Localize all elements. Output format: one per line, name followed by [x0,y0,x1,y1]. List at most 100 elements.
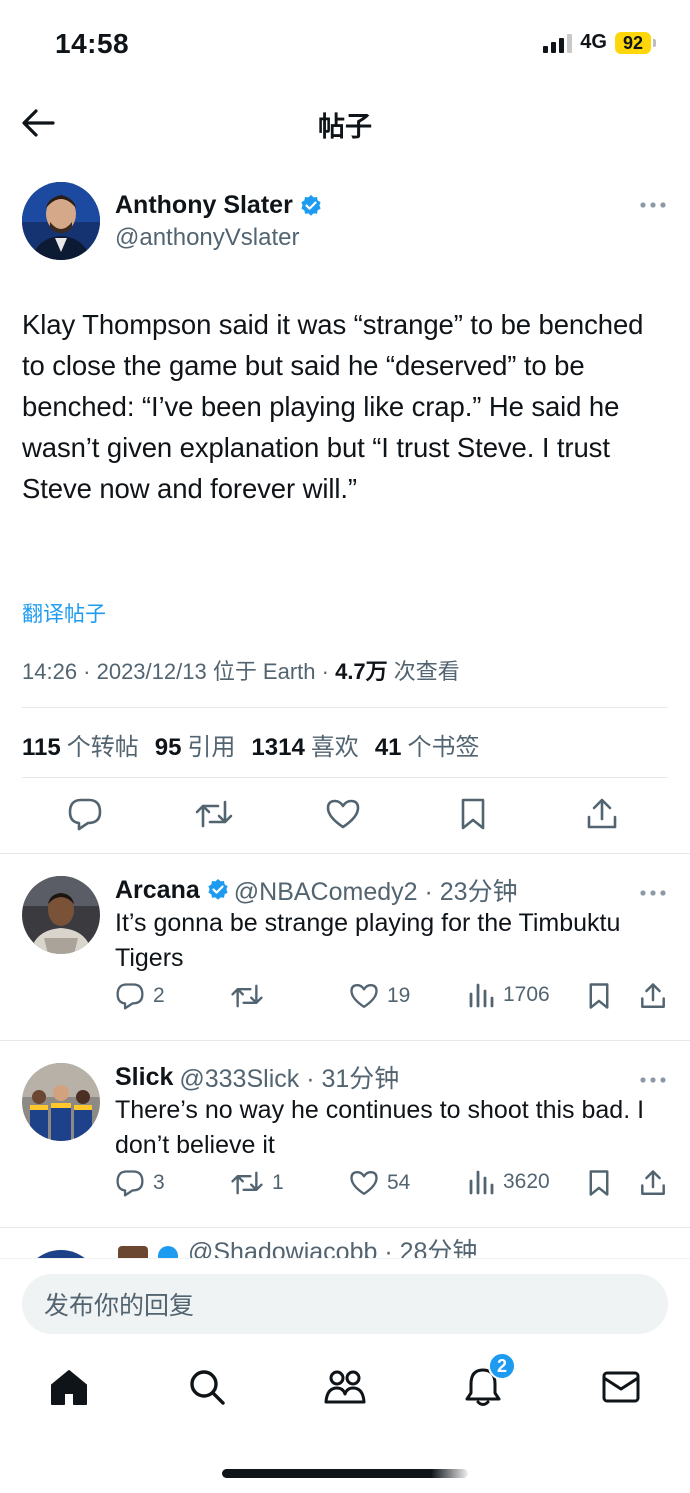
verified-badge-icon [301,194,321,216]
share-icon [641,983,665,1008]
bookmark-button[interactable] [587,1169,611,1197]
tab-home[interactable] [44,1362,94,1412]
bookmark-icon [589,1170,609,1196]
share-icon [641,1170,665,1195]
partial-reply[interactable]: @Shadowjacobb · 28分钟 [0,1238,690,1258]
more-button[interactable] [640,196,666,214]
reply-author-name[interactable]: Arcana [115,876,200,905]
reply-actions: 3 1 54 3620 [115,1169,675,1203]
reply-handle-time[interactable]: @333Slick · 31分钟 [179,1059,399,1095]
share-button[interactable] [582,794,622,834]
view-count: 1706 [503,983,550,1006]
reply-item[interactable]: Arcana @NBAComedy2 · 23分钟 It’s gonna be … [0,854,690,1040]
reply-text: It’s gonna be strange playing for the Ti… [115,909,621,972]
like-count: 54 [387,1171,411,1194]
reply-item[interactable]: Slick @333Slick · 31分钟 There’s no way he… [0,1041,690,1227]
heart-icon [350,984,378,1008]
reply-count: 3 [153,1171,165,1194]
view-count: 3620 [503,1170,550,1193]
stat-retweets[interactable]: 115 个转帖 [22,727,139,762]
post-meta: 14:26 · 2023/12/13 位于 Earth · 4.7万 次查看 [22,654,460,686]
reply-author-name[interactable]: Slick [115,1063,173,1092]
translate-link[interactable]: 翻译帖子 [22,598,106,628]
retweet-button[interactable] [230,982,272,1010]
top-nav: 帖子 [0,95,690,151]
comment-icon [116,983,144,1010]
reply-avatar[interactable] [22,876,100,954]
tab-notifications[interactable]: 2 [458,1352,516,1412]
retweet-count: 1 [272,1171,284,1194]
mail-icon [602,1371,640,1403]
reply-button[interactable]: 3 [115,1169,165,1197]
reply-header: Arcana @NBAComedy2 · 23分钟 [115,872,518,908]
tab-messages[interactable] [596,1362,646,1412]
share-button[interactable] [639,982,667,1010]
author-avatar[interactable] [22,182,100,260]
post-text: Klay Thompson said it was “strange” to b… [22,309,644,504]
status-time: 14:58 [55,28,130,59]
views-chart-icon [469,983,494,1008]
views-button[interactable]: 3620 [467,1169,550,1195]
views-chart-icon [469,1170,494,1195]
partial-reply-handle: @Shadowjacobb · 28分钟 [188,1238,478,1258]
reply-actions: 2 19 1706 [115,982,675,1016]
share-icon [587,798,617,829]
reply-text: There’s no way he continues to shoot thi… [115,1096,645,1159]
home-icon [51,1370,87,1405]
comment-icon [68,798,102,831]
battery-icon: 92 [614,31,656,54]
verified-badge-icon [208,879,228,900]
reply-input-placeholder: 发布你的回复 [44,1292,195,1320]
author-handle[interactable]: @anthonyVslater [115,224,299,252]
more-horizontal-icon [640,202,666,208]
like-button[interactable]: 54 [349,1169,410,1197]
post-actions [22,794,668,844]
reply-button[interactable] [65,794,105,834]
share-button[interactable] [639,1169,667,1197]
status-indicators: 4G 92 [543,31,656,54]
bookmark-button[interactable] [587,982,611,1010]
retweet-icon [231,1171,263,1195]
heart-icon [350,1171,378,1196]
reply-input[interactable]: 发布你的回复 [22,1274,668,1334]
battery-level: 92 [614,31,651,54]
divider [22,707,668,708]
reply-count: 2 [153,984,165,1007]
view-count-label: 次查看 [387,659,460,684]
status-bar: 14:58 4G 92 [0,0,690,90]
tab-communities[interactable] [320,1362,370,1412]
search-icon [190,1370,225,1405]
view-count[interactable]: 4.7万 [335,659,388,684]
divider [0,1227,690,1228]
reply-button[interactable]: 2 [115,982,165,1010]
heart-icon [326,799,360,829]
reply-header: Slick @333Slick · 31分钟 [115,1059,399,1095]
communities-icon [324,1370,366,1404]
more-button[interactable] [640,884,666,902]
author-name[interactable]: Anthony Slater [115,191,293,220]
stat-likes[interactable]: 1314 喜欢 [251,727,358,762]
bookmark-icon [589,983,609,1009]
stat-quotes[interactable]: 95 引用 [155,727,236,762]
like-count: 19 [387,984,411,1007]
retweet-icon [231,984,263,1008]
tab-search[interactable] [182,1362,232,1412]
reply-handle-time[interactable]: @NBAComedy2 · 23分钟 [234,872,518,908]
stat-bookmarks[interactable]: 41 个书签 [375,727,480,762]
like-button[interactable] [323,794,363,834]
post-timestamp: 14:26 · 2023/12/13 位于 Earth · [22,659,336,684]
comment-icon [116,1170,144,1197]
retweet-button[interactable]: 1 [230,1169,284,1197]
more-button[interactable] [640,1071,666,1089]
page-title: 帖子 [318,112,372,142]
retweet-button[interactable] [194,794,234,834]
signal-icon [543,33,573,53]
views-button[interactable]: 1706 [467,982,550,1008]
more-horizontal-icon [640,890,666,896]
reply-avatar[interactable] [22,1063,100,1141]
bookmark-button[interactable] [453,794,493,834]
more-horizontal-icon [640,1077,666,1083]
divider [22,777,668,778]
author-name-row[interactable]: Anthony Slater [115,191,323,220]
like-button[interactable]: 19 [349,982,410,1010]
